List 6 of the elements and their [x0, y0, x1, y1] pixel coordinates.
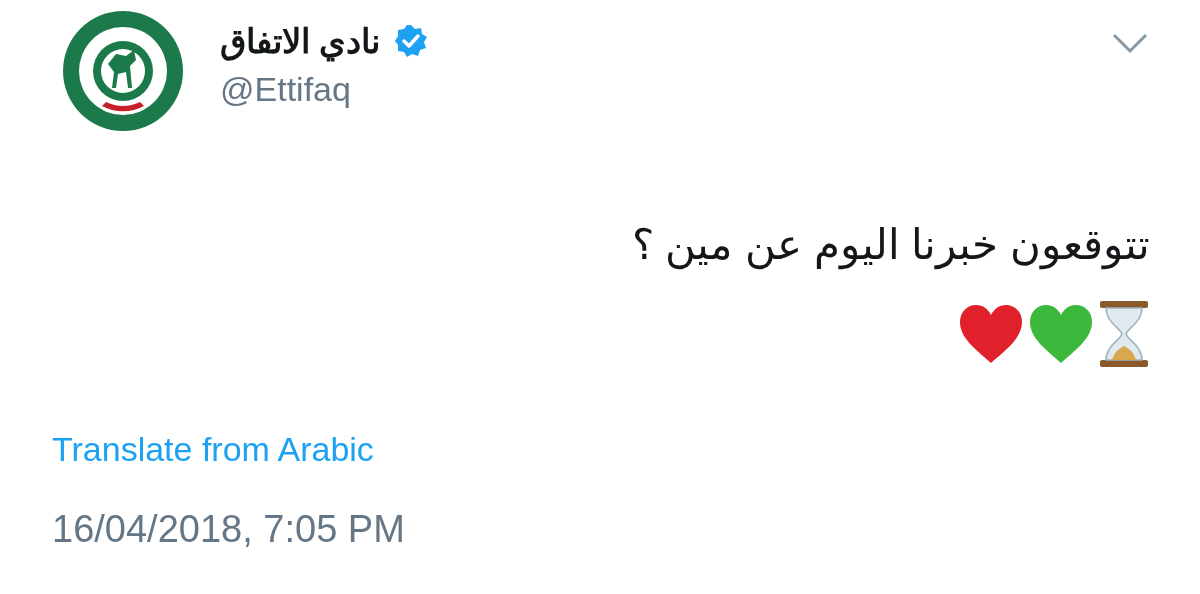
avatar-logo[interactable]	[62, 10, 184, 132]
hourglass-icon	[1098, 300, 1150, 368]
tweet-timestamp: 16/04/2018, 7:05 PM	[52, 510, 405, 548]
translate-link[interactable]: Translate from Arabic	[52, 432, 374, 466]
chevron-down-icon[interactable]	[1112, 32, 1148, 54]
author-handle[interactable]: @Ettifaq	[220, 72, 429, 106]
